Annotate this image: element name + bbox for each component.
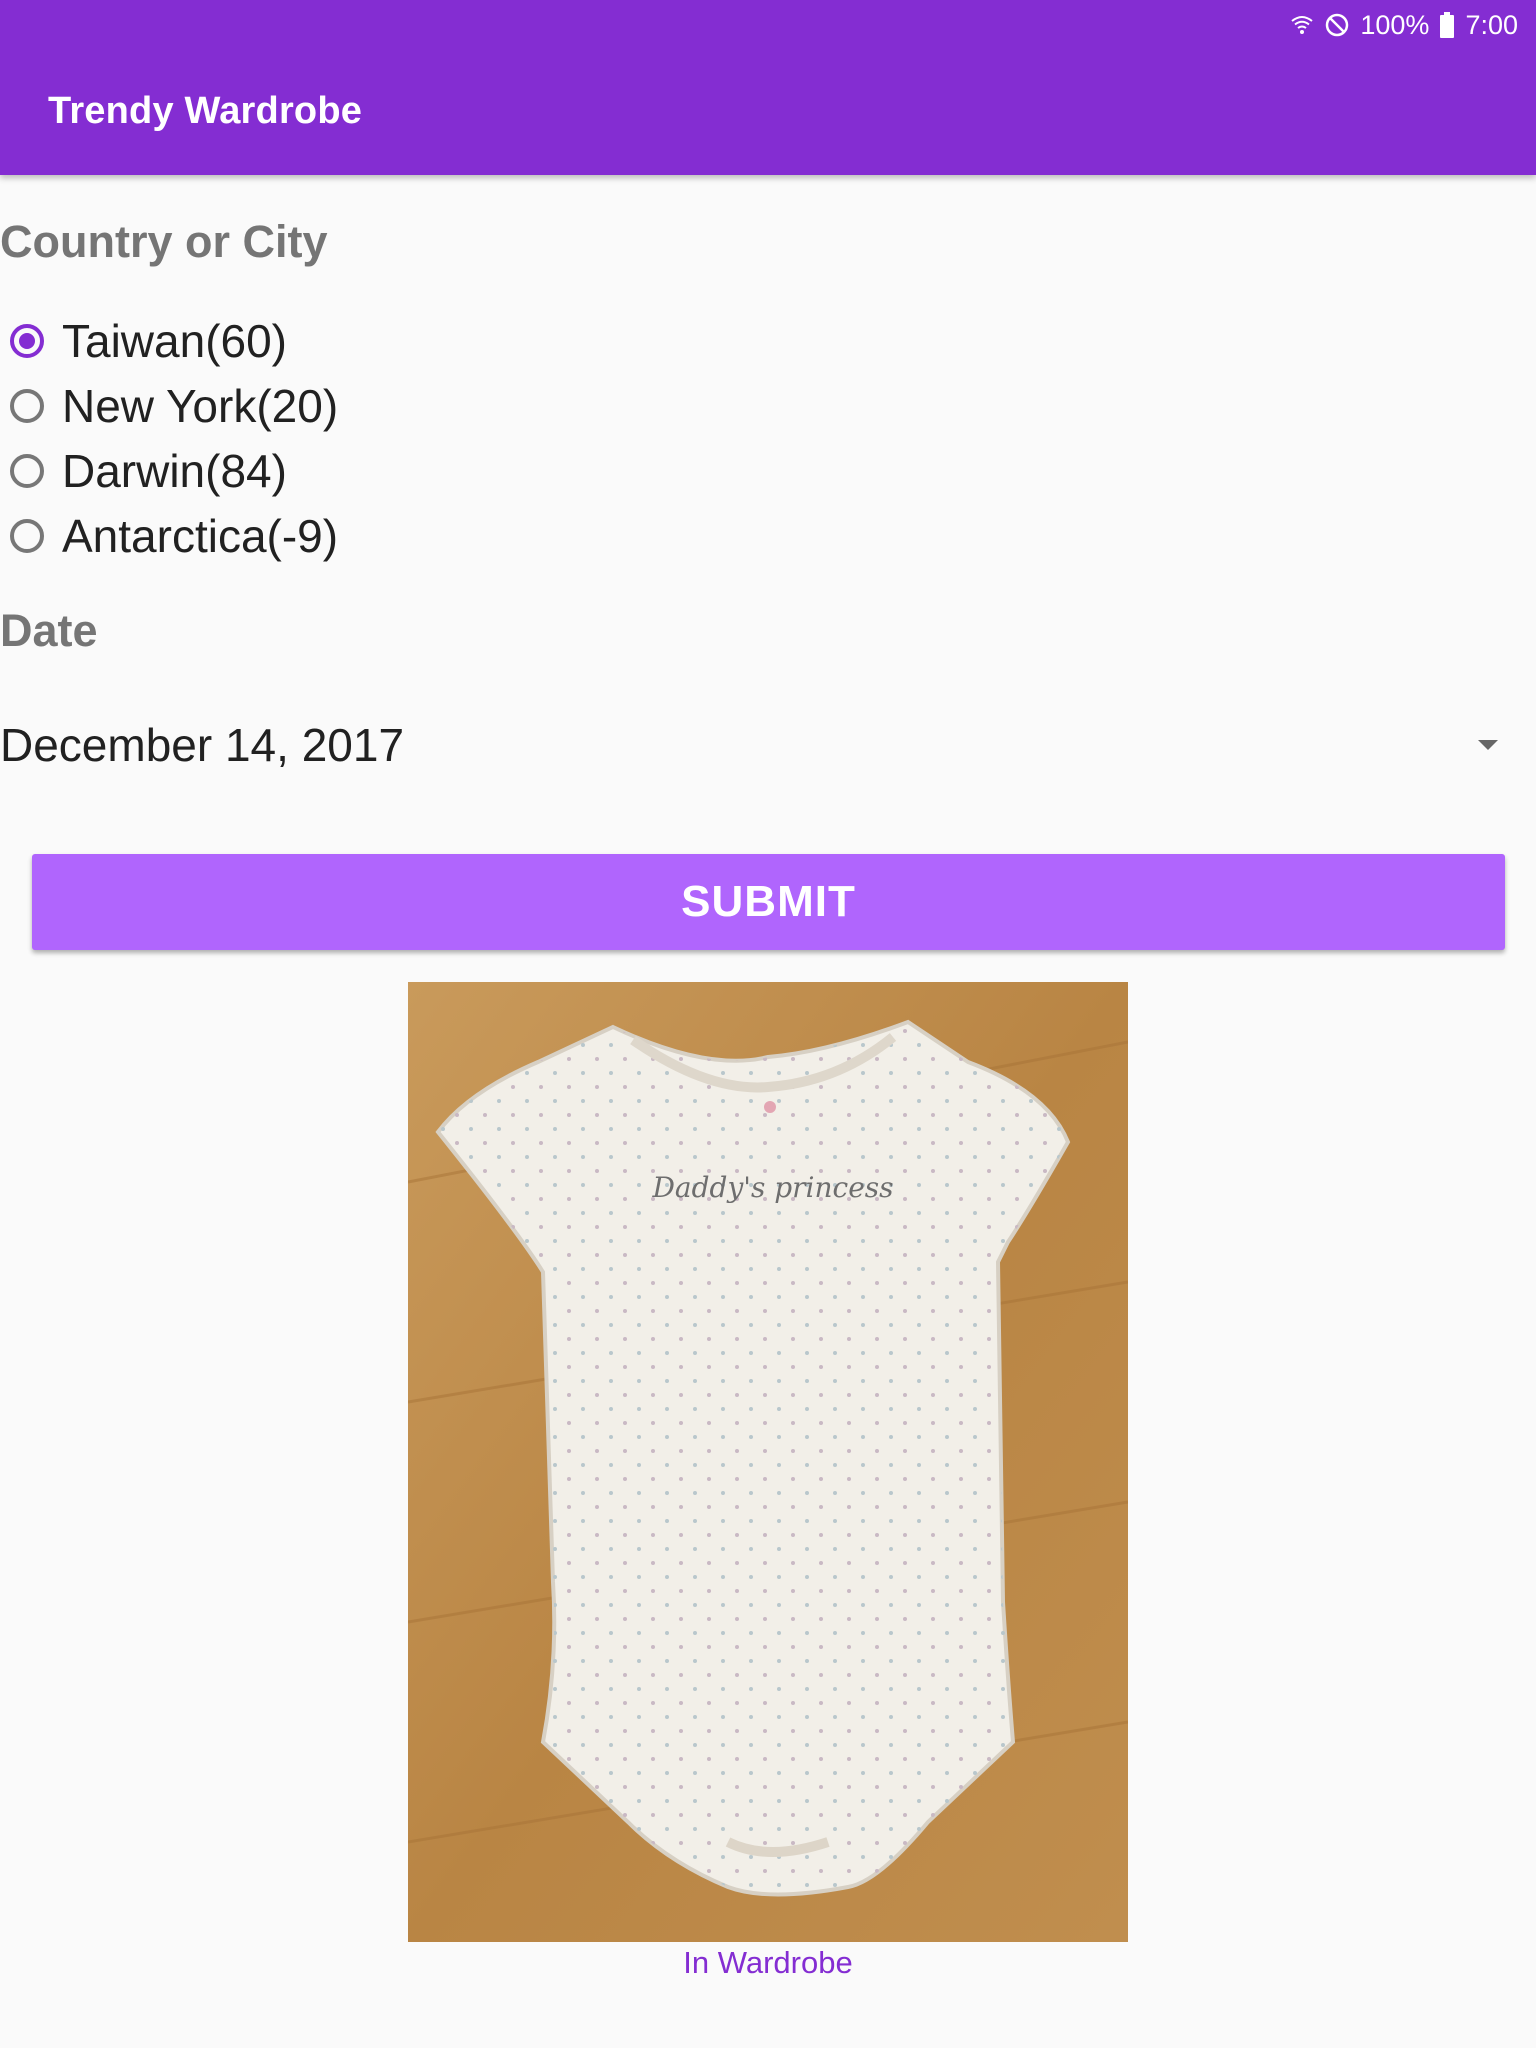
wifi-icon — [1290, 13, 1314, 37]
app-bar: 100% 7:00 Trendy Wardrobe — [0, 0, 1536, 175]
app-title: Trendy Wardrobe — [48, 90, 363, 132]
do-not-disturb-icon — [1324, 12, 1350, 38]
dropdown-arrow-icon — [1478, 740, 1498, 750]
garment-photo: Daddy's princess — [408, 982, 1128, 1942]
radio-option-new-york[interactable]: New York(20) — [10, 373, 338, 438]
submit-button[interactable]: SUBMIT — [32, 854, 1505, 950]
radio-button-icon[interactable] — [10, 323, 44, 358]
screen: 100% 7:00 Trendy Wardrobe Country or Cit… — [0, 0, 1536, 2048]
status-bar: 100% 7:00 — [1290, 8, 1518, 42]
clock: 7:00 — [1465, 9, 1518, 40]
date-dropdown[interactable]: December 14, 2017 — [0, 705, 1510, 785]
radio-option-label: Darwin(84) — [62, 444, 287, 497]
radio-option-label: New York(20) — [62, 379, 339, 432]
radio-option-taiwan[interactable]: Taiwan(60) — [10, 308, 338, 373]
date-value: December 14, 2017 — [0, 719, 405, 771]
wardrobe-caption: In Wardrobe — [683, 1945, 853, 1980]
radio-option-antarctica[interactable]: Antarctica(-9) — [10, 503, 338, 568]
battery-icon — [1439, 12, 1455, 38]
country-section-label: Country or City — [0, 216, 328, 267]
country-radio-group: Taiwan(60) New York(20) Darwin(84) Antar… — [10, 308, 338, 568]
radio-option-darwin[interactable]: Darwin(84) — [10, 438, 338, 503]
radio-button-icon[interactable] — [10, 388, 44, 423]
date-section-label: Date — [0, 605, 98, 656]
radio-option-label: Taiwan(60) — [62, 314, 287, 367]
radio-option-label: Antarctica(-9) — [62, 509, 339, 562]
garment-print-text: Daddy's princess — [651, 1171, 893, 1204]
radio-button-icon[interactable] — [10, 453, 44, 488]
radio-button-icon[interactable] — [10, 518, 44, 553]
battery-percent: 100% — [1360, 9, 1430, 40]
